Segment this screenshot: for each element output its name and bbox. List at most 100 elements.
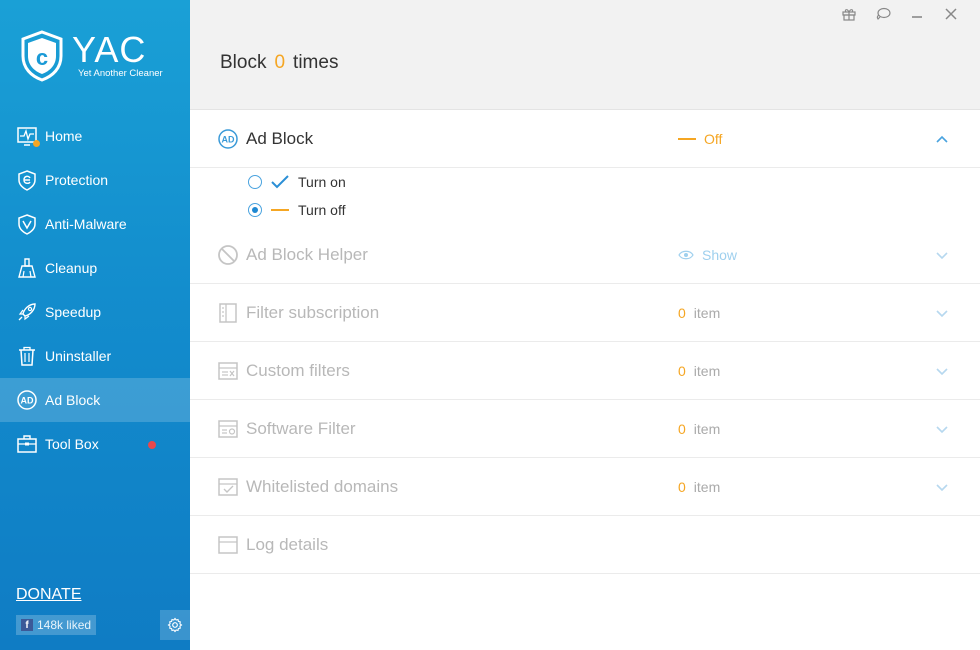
sidebar-item-label: Uninstaller (45, 348, 112, 364)
custom-filters-title: Custom filters (246, 360, 350, 380)
app-subtitle: Yet Another Cleaner (78, 68, 163, 79)
status-dash-icon (678, 137, 696, 140)
block-counter: Block 0 times (220, 52, 338, 74)
custom-filters-count: 0 item (678, 363, 720, 379)
chevron-down-icon[interactable] (934, 305, 950, 321)
facebook-icon: f (21, 619, 33, 631)
minimize-icon (912, 16, 922, 18)
sidebar-item-home[interactable]: Home (0, 114, 190, 158)
log-icon (217, 534, 239, 556)
sidebar-item-ad-block[interactable]: AD Ad Block (0, 378, 190, 422)
sidebar-item-uninstaller[interactable]: Uninstaller (0, 334, 190, 378)
software-filter-title: Software Filter (246, 418, 356, 438)
whitelisted-domains-title: Whitelisted domains (246, 476, 399, 496)
monitor-pulse-icon (16, 125, 40, 147)
sidebar-item-tool-box[interactable]: Tool Box (0, 422, 190, 466)
rocket-icon (16, 301, 38, 323)
whitelisted-domains-count: 0 item (678, 479, 720, 495)
gift-button[interactable] (832, 4, 866, 24)
notification-dot (148, 441, 156, 449)
svg-text:AD: AD (21, 396, 34, 406)
dash-icon (271, 209, 289, 211)
filter-subscription-title: Filter subscription (246, 302, 380, 322)
donate-link[interactable]: DONATE (16, 586, 81, 604)
count-value: 0 (678, 478, 686, 495)
settings-button[interactable] (160, 610, 190, 640)
broom-icon (16, 257, 38, 279)
window-controls (832, 4, 968, 24)
minimize-button[interactable] (900, 4, 934, 24)
close-button[interactable] (934, 4, 968, 24)
sidebar-item-label: Ad Block (45, 392, 101, 408)
sidebar-item-label: Cleanup (45, 260, 98, 276)
ad-block-options: Turn on Turn off (190, 168, 980, 226)
turn-off-option[interactable]: Turn off (248, 202, 345, 218)
chevron-down-icon[interactable] (934, 421, 950, 437)
software-filter-row[interactable]: Software Filter 0 item (190, 400, 980, 458)
checkmark-icon (271, 175, 289, 189)
whitelist-icon (217, 476, 239, 498)
radio-turn-off[interactable] (248, 203, 262, 217)
filter-subscription-row[interactable]: Filter subscription 0 item (190, 284, 980, 342)
sidebar-item-label: Protection (45, 172, 109, 188)
chevron-down-icon[interactable] (934, 247, 950, 263)
sidebar-item-label: Anti-Malware (45, 216, 127, 232)
block-suffix: times (293, 52, 339, 73)
eye-icon (678, 250, 694, 259)
sidebar: c YAC Yet Another Cleaner Home Protectio… (0, 0, 190, 650)
log-details-row[interactable]: Log details (190, 516, 980, 574)
ad-block-row[interactable]: AD Ad Block Off (190, 110, 980, 168)
filter-list-icon (217, 302, 239, 324)
blocked-icon (217, 244, 239, 266)
ad-block-title: Ad Block (246, 128, 314, 148)
main-panel: Block 0 times AD Ad Block Off Turn on Turn… (190, 0, 980, 650)
turn-on-label: Turn on (298, 174, 346, 190)
count-value: 0 (678, 304, 686, 321)
custom-filters-row[interactable]: Custom filters 0 item (190, 342, 980, 400)
count-unit: item (693, 362, 721, 379)
ad-block-helper-status[interactable]: Show (678, 247, 737, 263)
filter-subscription-count: 0 item (678, 305, 720, 321)
app-logo: c YAC Yet Another Cleaner (20, 30, 163, 82)
yac-shield-logo-icon: c (21, 30, 63, 82)
block-count-value: 0 (274, 52, 286, 73)
sidebar-item-protection[interactable]: Protection (0, 158, 190, 202)
ad-block-helper-title: Ad Block Helper (246, 244, 368, 264)
gift-icon (842, 9, 856, 21)
chevron-down-icon[interactable] (934, 363, 950, 379)
sidebar-item-anti-malware[interactable]: Anti-Malware (0, 202, 190, 246)
feedback-button[interactable] (866, 4, 900, 24)
chevron-down-icon[interactable] (934, 479, 950, 495)
radio-turn-on[interactable] (248, 175, 262, 189)
sidebar-item-label: Speedup (45, 304, 102, 320)
sidebar-item-label: Tool Box (45, 436, 99, 452)
count-unit: item (693, 420, 721, 437)
app-title: YAC (72, 29, 147, 70)
count-unit: item (693, 478, 721, 495)
header: Block 0 times (190, 0, 980, 110)
shield-e-icon (16, 169, 38, 191)
sidebar-item-cleanup[interactable]: Cleanup (0, 246, 190, 290)
facebook-like-count: 148k liked (37, 618, 92, 632)
count-value: 0 (678, 420, 686, 437)
chevron-up-icon[interactable] (934, 131, 950, 147)
whitelisted-domains-row[interactable]: Whitelisted domains 0 item (190, 458, 980, 516)
notification-dot (33, 140, 40, 147)
ad-icon: AD (217, 128, 239, 150)
toolbox-icon (16, 433, 38, 455)
svg-text:AD: AD (222, 134, 235, 144)
sidebar-nav: Home Protection Anti-Malware Cleanup Spe… (0, 114, 190, 466)
sidebar-item-speedup[interactable]: Speedup (0, 290, 190, 334)
custom-filter-icon (217, 360, 239, 382)
turn-off-label: Turn off (298, 202, 346, 218)
gear-icon (167, 617, 183, 633)
chat-icon (876, 7, 891, 20)
close-icon (945, 8, 957, 20)
facebook-like-button[interactable]: f 148k liked (16, 615, 97, 635)
ad-block-helper-row[interactable]: Ad Block Helper Show (190, 226, 980, 284)
ad-block-status-text: Off (704, 130, 723, 147)
turn-on-option[interactable]: Turn on (248, 174, 346, 190)
ad-block-status: Off (678, 131, 722, 147)
count-unit: item (693, 304, 721, 321)
software-filter-count: 0 item (678, 421, 720, 437)
